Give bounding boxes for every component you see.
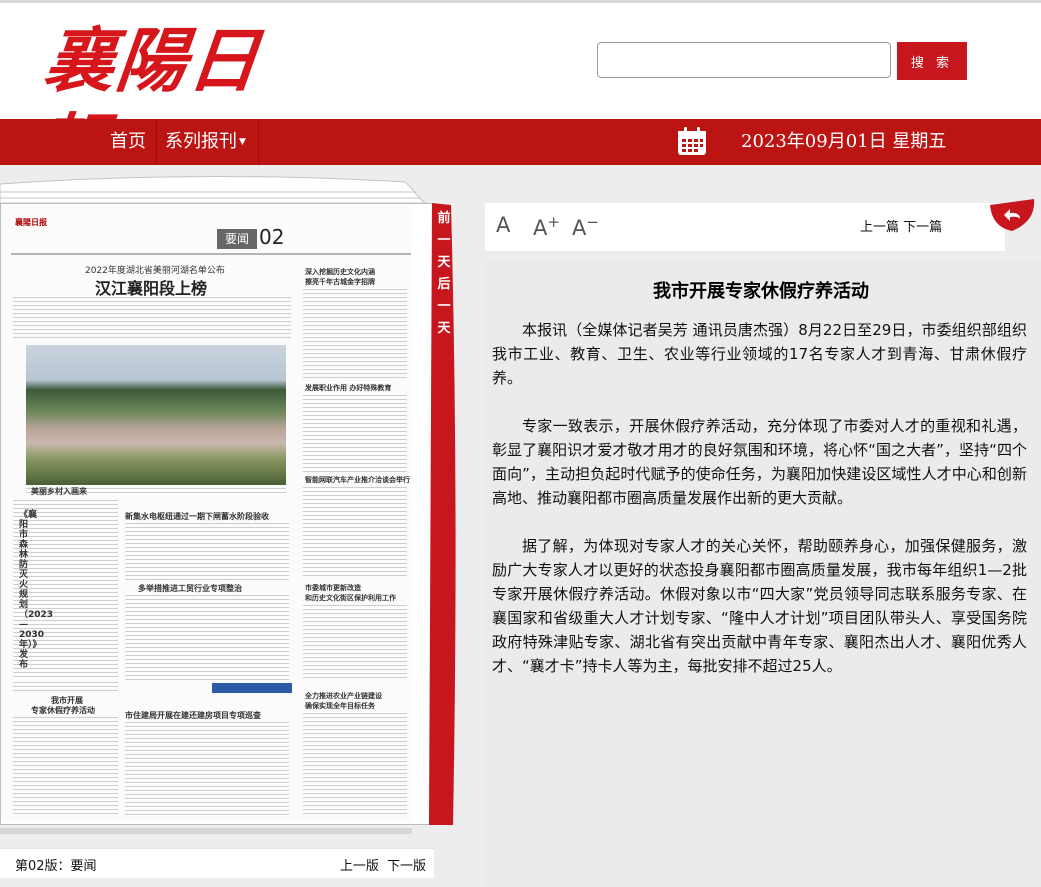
tab-next-day[interactable]: 后 一 天 [434, 274, 454, 340]
article-paragraph: 本报讯（全媒体记者吴芳 通讯员唐杰强）8月22日至29日，市委组织部组织我市工业… [492, 321, 1027, 387]
article-title: 我市开展专家休假疗养活动 [653, 281, 869, 302]
tab-char: 天 [437, 321, 451, 336]
np-subhead-village: 美丽乡村入画来 [31, 487, 87, 496]
np-subhead-urban-2: 和历史文化街区保护利用工作 [305, 594, 396, 602]
site-logo[interactable]: 襄陽日報 [31, 18, 300, 188]
np-text-block [303, 605, 407, 681]
caret-down-icon: ▼ [239, 137, 246, 147]
np-subhead-auto: 智能网联汽车产业推介洽谈会举行 [305, 476, 410, 484]
np-page-number: 02 [259, 225, 285, 249]
np-subhead-education: 发展职业作用 办好特殊教育 [305, 384, 392, 392]
next-edition-link[interactable]: 下一版 [387, 859, 426, 874]
np-text-block [13, 717, 118, 817]
np-subhead-history-2: 擦亮千年古城金字招牌 [305, 278, 375, 286]
np-subhead-industry: 多举措推进工贸行业专项整治 [138, 584, 242, 593]
plus-sign: + [547, 213, 560, 231]
np-vertical-headline: 《襄阳市森林防灭火规划（2023—2030年）》发布 [19, 510, 53, 670]
tab-char: 后 [437, 277, 451, 292]
np-subhead-history: 深入挖掘历史文化内涵 [305, 268, 375, 276]
tab-prev-day[interactable]: 前 一 天 [434, 208, 454, 274]
minus-sign: − [586, 213, 599, 231]
calendar-icon[interactable] [677, 127, 707, 156]
search-input[interactable] [597, 42, 891, 78]
font-normal-label: A [496, 213, 511, 237]
font-increase-button[interactable]: A+ [533, 213, 560, 240]
font-normal-button[interactable]: A [496, 213, 510, 237]
nav-home[interactable]: 首页 [110, 119, 146, 165]
np-subhead-agri: 全力推进农业产业链建设 [305, 692, 382, 700]
np-blue-banner [212, 683, 292, 693]
nav-series-dropdown[interactable]: 系列报刊 ▼ [156, 119, 259, 165]
np-rule [11, 253, 411, 255]
article-pager: 上一篇 下一篇 [860, 216, 942, 235]
back-arrow-icon[interactable] [988, 197, 1036, 233]
article-paragraph: 据了解，为体现对专家人才的关心关怀，帮助颐养身心，加强保健服务，激励广大专家人才… [492, 537, 1027, 675]
tab-char: 一 [437, 233, 451, 248]
tab-char: 天 [437, 255, 451, 270]
np-text-block [303, 395, 407, 473]
np-masthead: 襄陽日报 [15, 218, 47, 227]
np-text-block [303, 487, 407, 579]
np-subhead-agri-2: 确保实现全年目标任务 [305, 702, 375, 710]
tab-char: 一 [437, 299, 451, 314]
nav-home-label: 首页 [110, 131, 146, 152]
np-text-block [13, 682, 118, 694]
edition-label: 第02版：要闻 [15, 859, 97, 874]
np-text-block [125, 595, 289, 681]
np-headline: 汉江襄阳段上榜 [95, 279, 208, 298]
np-text-block [303, 713, 407, 817]
article-body: 本报讯（全媒体记者吴芳 通讯员唐杰强）8月22日至29日，市委组织部组织我市工业… [492, 318, 1027, 702]
prev-edition-link[interactable]: 上一版 [340, 859, 379, 874]
paper-shadow [0, 828, 412, 834]
article-paragraph: 专家一致表示，开展休假疗养活动，充分体现了市委对人才的重视和礼遇，彰显了襄阳识才… [492, 417, 1027, 507]
search-button[interactable]: 搜 索 [897, 42, 967, 80]
top-border [0, 0, 1041, 3]
np-subhead-hydro: 新集水电枢纽通过一期下闸蓄水阶段验收 [125, 512, 269, 521]
nav-series-label: 系列报刊 [165, 131, 237, 152]
np-text-block [125, 722, 289, 817]
np-photo [26, 345, 286, 485]
next-article-link[interactable]: 下一篇 [903, 220, 942, 235]
font-increase-label: A [533, 216, 548, 240]
np-subhead-housing: 市住建局开展在建还建房项目专项巡查 [125, 711, 261, 720]
np-section-label: 要闻 [217, 229, 257, 249]
prev-article-link[interactable]: 上一篇 [860, 220, 899, 235]
font-decrease-button[interactable]: A− [572, 213, 599, 240]
np-subhead-urban: 市委城市更新改造 [305, 584, 361, 592]
edition-pager: 第02版：要闻 上一版 下一版 [0, 848, 434, 878]
np-text-block [303, 289, 407, 381]
tab-char: 前 [437, 211, 451, 226]
np-subhead-expert-2: 专家休假疗养活动 [31, 706, 95, 715]
newspaper-page-image[interactable]: 襄陽日报 要闻 02 2022年度湖北省美丽河湖名单公布 汉江襄阳段上榜 美丽乡… [1, 205, 412, 822]
main-nav: 首页 系列报刊 ▼ 2023年09月01日 星期五 [0, 119, 1041, 165]
current-date: 2023年09月01日 星期五 [741, 131, 947, 152]
np-text-block [125, 523, 289, 581]
np-text-block [13, 297, 291, 341]
font-decrease-label: A [572, 216, 587, 240]
